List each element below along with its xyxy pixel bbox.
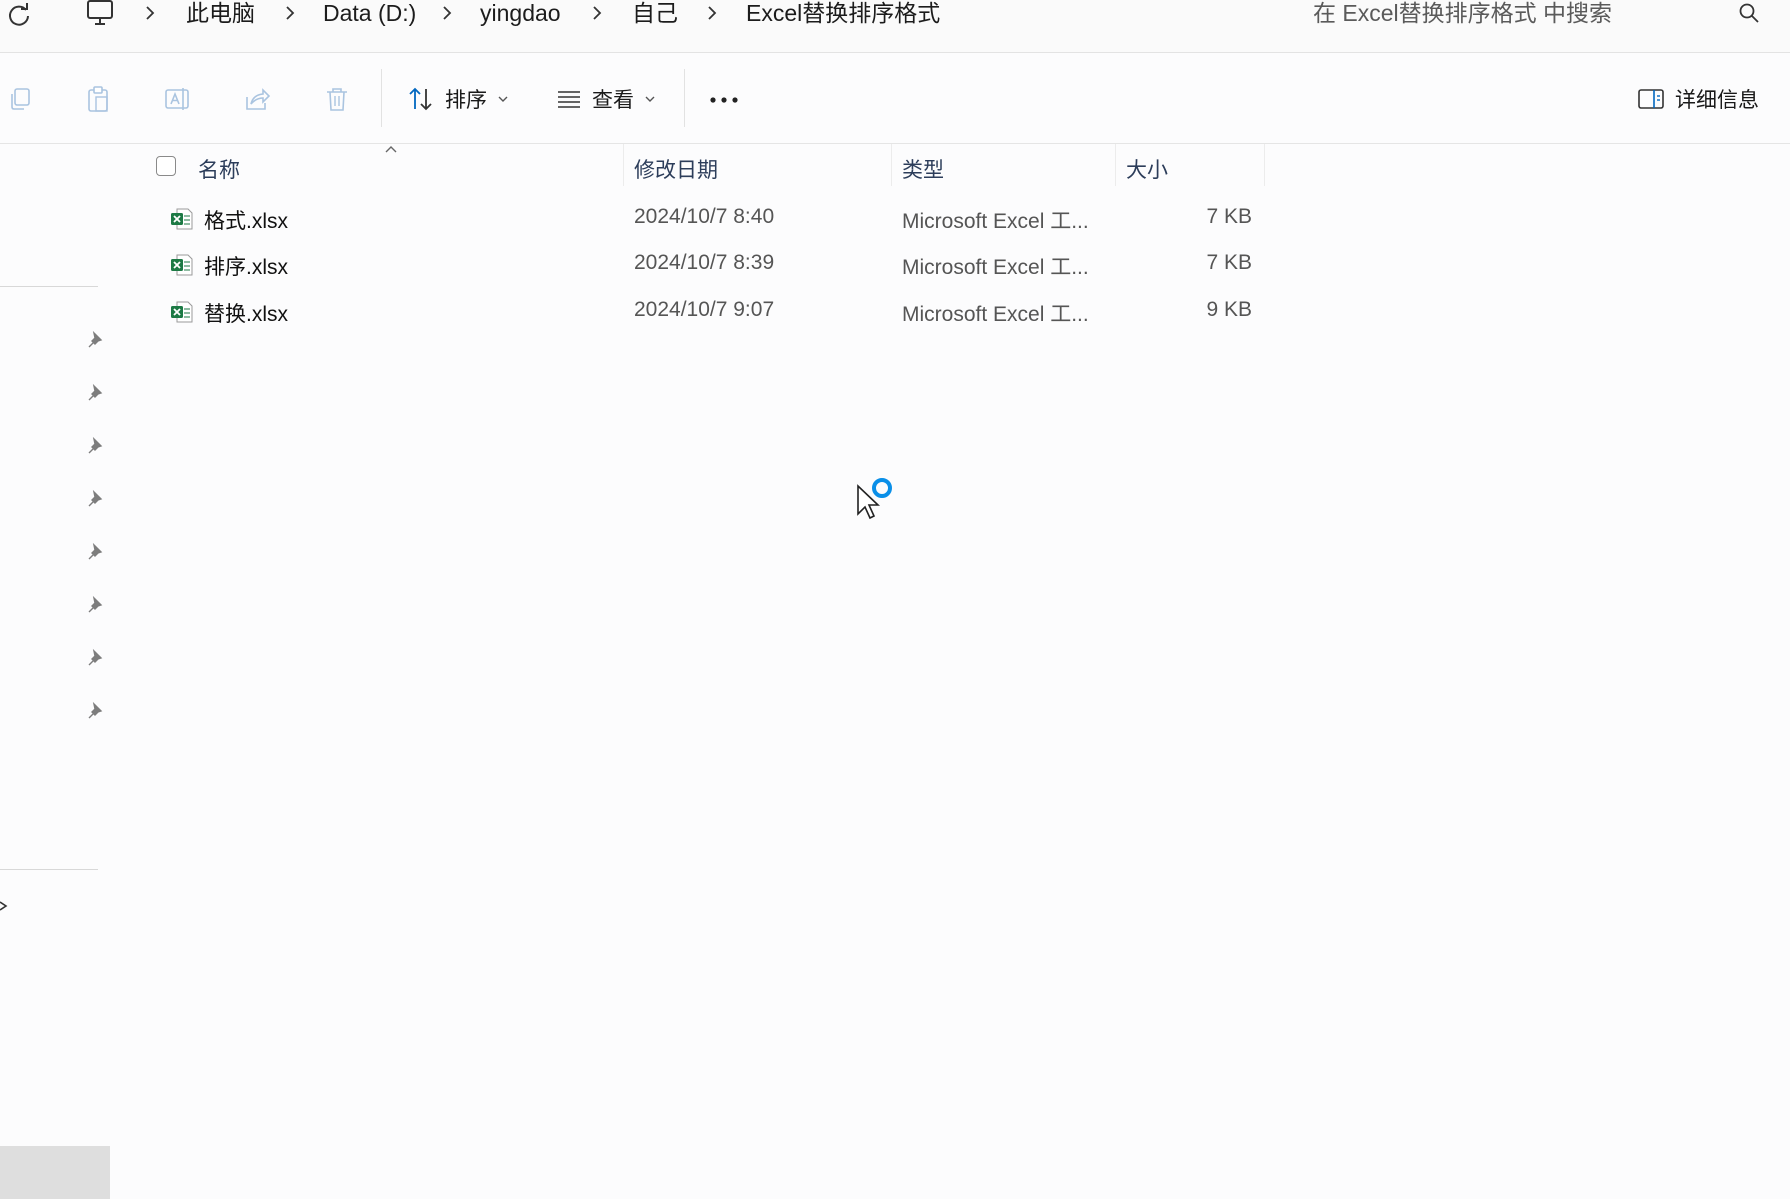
this-pc-icon[interactable] xyxy=(86,0,114,26)
column-header-name[interactable]: 名称 xyxy=(198,154,240,184)
nav-divider xyxy=(0,869,98,870)
pin-icon xyxy=(88,489,103,507)
file-date: 2024/10/7 9:07 xyxy=(634,298,775,321)
view-list-icon xyxy=(558,91,580,108)
toolbar-divider xyxy=(684,69,685,127)
breadcrumb-this-pc[interactable]: 此电脑 xyxy=(186,0,255,26)
address-bar: 此电脑 Data (D:) yingdao 自己 Excel替换排序格式 在 E… xyxy=(0,0,1790,53)
view-button[interactable]: 查看 xyxy=(556,83,656,115)
excel-file-icon xyxy=(171,301,193,323)
file-name[interactable]: 替换.xlsx xyxy=(204,298,288,328)
chevron-down-icon xyxy=(645,96,655,102)
copy-icon[interactable] xyxy=(6,85,34,113)
column-separator[interactable] xyxy=(1115,144,1116,186)
more-options-icon[interactable] xyxy=(708,95,740,105)
file-row[interactable]: 格式.xlsx 2024/10/7 8:40 Microsoft Excel 工… xyxy=(110,197,1270,241)
breadcrumb-ziji[interactable]: 自己 xyxy=(632,0,678,26)
breadcrumb-drive[interactable]: Data (D:) xyxy=(323,0,416,26)
chevron-right-icon[interactable] xyxy=(705,5,719,21)
file-row[interactable]: 排序.xlsx 2024/10/7 8:39 Microsoft Excel 工… xyxy=(110,243,1270,287)
select-all-checkbox[interactable] xyxy=(156,156,176,176)
command-bar: 排序 查看 详细信息 xyxy=(0,53,1790,144)
pin-icon xyxy=(88,542,103,560)
pin-icon xyxy=(88,701,103,719)
column-header-type[interactable]: 类型 xyxy=(902,154,944,184)
expand-arrow-icon[interactable] xyxy=(0,898,10,914)
nav-divider xyxy=(0,286,98,287)
column-header-date[interactable]: 修改日期 xyxy=(634,154,718,184)
file-size: 9 KB xyxy=(1206,298,1252,321)
file-type: Microsoft Excel 工... xyxy=(902,256,1089,279)
search-input[interactable]: 在 Excel替换排序格式 中搜索 xyxy=(1313,0,1612,26)
delete-icon[interactable] xyxy=(323,85,351,113)
excel-file-icon xyxy=(171,208,193,230)
share-icon[interactable] xyxy=(243,85,271,113)
sort-ascending-icon xyxy=(385,146,397,153)
file-row[interactable]: 替换.xlsx 2024/10/7 9:07 Microsoft Excel 工… xyxy=(110,290,1270,334)
pin-icon xyxy=(88,595,103,613)
chevron-right-icon[interactable] xyxy=(143,5,157,21)
file-size: 7 KB xyxy=(1206,205,1252,228)
details-label: 详细信息 xyxy=(1675,89,1759,112)
sort-label: 排序 xyxy=(445,89,487,112)
busy-cursor-icon xyxy=(857,478,892,520)
breadcrumb-current-folder[interactable]: Excel替换排序格式 xyxy=(746,0,940,26)
file-name[interactable]: 排序.xlsx xyxy=(204,251,288,281)
pin-icon xyxy=(88,330,103,348)
column-headers: 名称 修改日期 类型 大小 xyxy=(110,144,1270,186)
file-size: 7 KB xyxy=(1206,251,1252,274)
pin-icon xyxy=(88,383,103,401)
chevron-right-icon[interactable] xyxy=(440,5,454,21)
chevron-down-icon xyxy=(498,96,508,102)
toolbar-divider xyxy=(381,69,382,127)
chevron-right-icon[interactable] xyxy=(283,5,297,21)
file-date: 2024/10/7 8:39 xyxy=(634,251,775,274)
column-header-size[interactable]: 大小 xyxy=(1126,154,1168,184)
breadcrumb-yingdao[interactable]: yingdao xyxy=(480,0,561,26)
view-label: 查看 xyxy=(592,89,634,112)
details-pane-button[interactable]: 详细信息 xyxy=(1637,83,1759,115)
pin-icon xyxy=(88,648,103,666)
column-separator[interactable] xyxy=(1264,144,1265,186)
file-type: Microsoft Excel 工... xyxy=(902,303,1089,326)
file-type: Microsoft Excel 工... xyxy=(902,210,1089,233)
navigation-pane xyxy=(0,144,110,1199)
sort-icon xyxy=(409,87,432,111)
refresh-icon[interactable] xyxy=(6,2,32,28)
nav-item-selected[interactable] xyxy=(0,1146,110,1199)
search-icon[interactable] xyxy=(1738,2,1760,24)
column-separator[interactable] xyxy=(891,144,892,186)
rename-icon[interactable] xyxy=(163,85,191,113)
chevron-right-icon[interactable] xyxy=(590,5,604,21)
pin-icon xyxy=(88,436,103,454)
file-date: 2024/10/7 8:40 xyxy=(634,205,775,228)
column-separator[interactable] xyxy=(623,144,624,186)
details-pane-icon xyxy=(1638,89,1664,109)
paste-icon[interactable] xyxy=(84,85,112,113)
file-name[interactable]: 格式.xlsx xyxy=(204,205,288,235)
excel-file-icon xyxy=(171,254,193,276)
sort-button[interactable]: 排序 xyxy=(407,83,509,115)
